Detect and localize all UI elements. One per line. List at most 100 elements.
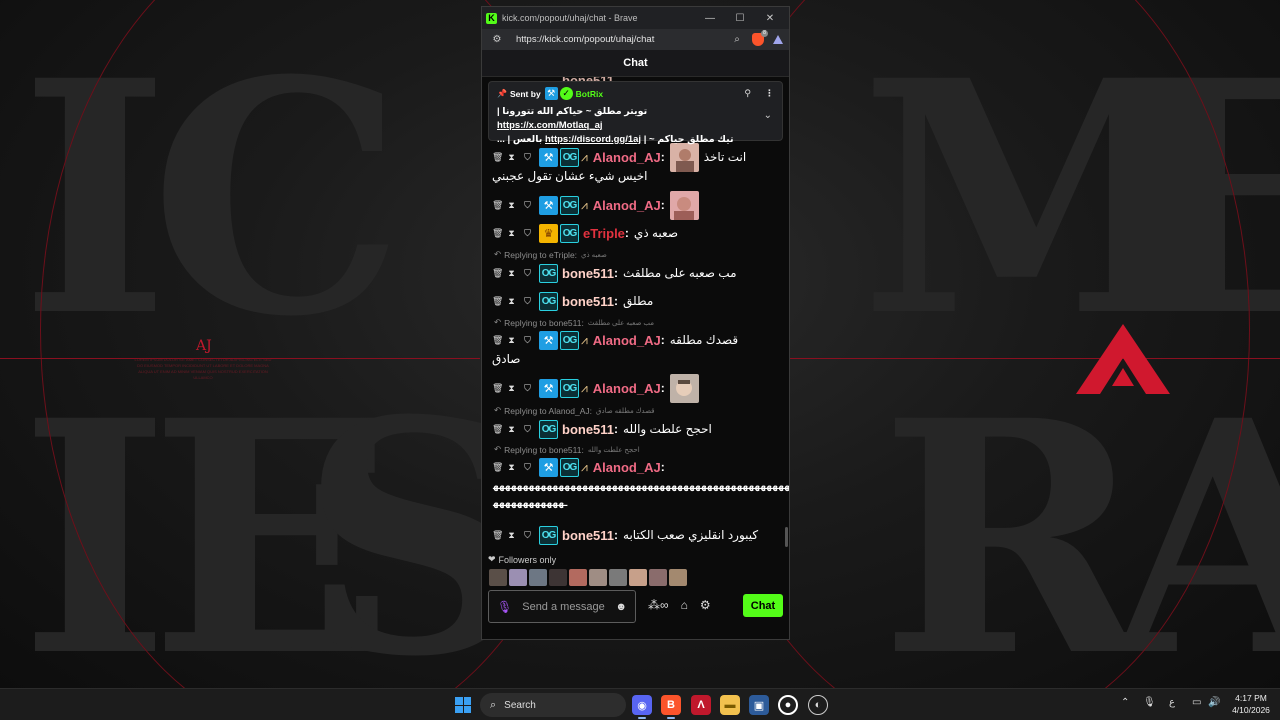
- chat-commands-icon[interactable]: ⁂∞: [648, 598, 669, 612]
- ban-icon[interactable]: ⛉: [524, 296, 531, 307]
- timeout-icon[interactable]: ⧗: [508, 296, 515, 307]
- avatar[interactable]: [589, 569, 607, 586]
- username[interactable]: bone511: [562, 294, 614, 309]
- obs-icon[interactable]: ●: [778, 695, 798, 715]
- username[interactable]: Alanod_AJ: [593, 333, 661, 348]
- username[interactable]: eTriple: [583, 226, 625, 241]
- username[interactable]: bone511: [562, 528, 614, 543]
- delete-icon[interactable]: 🗑: [492, 200, 503, 211]
- username[interactable]: Alanod_AJ: [593, 150, 661, 165]
- close-button[interactable]: ✕: [755, 13, 785, 24]
- timeout-icon[interactable]: ⧗: [508, 383, 515, 394]
- colon: :: [614, 422, 619, 436]
- unpin-icon[interactable]: ⚲: [744, 88, 751, 99]
- network-icon[interactable]: ▭: [1192, 697, 1201, 708]
- apex-legends-icon[interactable]: Λ: [691, 695, 711, 715]
- steam-icon[interactable]: ◐: [808, 695, 828, 715]
- reply-context[interactable]: ↶ Replying to bone511: مب صعبه على مطلقث: [494, 317, 654, 328]
- url-field[interactable]: https://kick.com/popout/uhaj/chat: [516, 34, 728, 45]
- discord-link[interactable]: https://discord.gg/1aj: [545, 134, 641, 145]
- microphone-icon[interactable]: 🎙: [497, 600, 512, 614]
- message-composer[interactable]: 🎙 Send a message ☻: [488, 590, 636, 623]
- message-text: انت تاخذ: [703, 150, 747, 164]
- ban-icon[interactable]: ⛉: [524, 462, 531, 473]
- store-icon[interactable]: ⌂: [681, 598, 688, 612]
- username[interactable]: Alanod_AJ: [593, 198, 661, 213]
- ban-icon[interactable]: ⛉: [524, 268, 531, 279]
- pinned-author[interactable]: BotRix: [576, 89, 603, 99]
- avatar[interactable]: [549, 569, 567, 586]
- username[interactable]: Alanod_AJ: [593, 460, 661, 475]
- windows-start-icon[interactable]: [455, 697, 471, 713]
- reply-context[interactable]: ↶ Replying to eTriple: صعبه ذي: [494, 249, 607, 260]
- file-explorer-icon[interactable]: ▬: [720, 695, 740, 715]
- delete-icon[interactable]: 🗑: [492, 228, 503, 239]
- username[interactable]: bone511: [562, 422, 614, 437]
- remote-desktop-icon[interactable]: ▣: [749, 695, 769, 715]
- timeout-icon[interactable]: ⧗: [508, 152, 515, 163]
- chat-scrollbar[interactable]: [785, 527, 788, 547]
- expand-chevron-icon[interactable]: ⌄: [764, 110, 772, 121]
- message-input[interactable]: Send a message: [522, 601, 615, 613]
- delete-icon[interactable]: 🗑: [492, 296, 503, 307]
- discord-icon[interactable]: ◉: [632, 695, 652, 715]
- timeout-icon[interactable]: ⧗: [508, 424, 515, 435]
- ban-icon[interactable]: ⛉: [524, 200, 531, 211]
- minimize-button[interactable]: —: [695, 13, 725, 24]
- avatar[interactable]: [669, 569, 687, 586]
- kick-favicon-icon: K: [486, 12, 497, 24]
- volume-icon[interactable]: 🔊: [1208, 697, 1220, 708]
- avatar[interactable]: [609, 569, 627, 586]
- pinned-message[interactable]: 📌 Sent by ⚒ ✓ BotRix ⚲ ⋮ تويتر مطلق ~ حي…: [488, 81, 783, 145]
- site-settings-icon[interactable]: ⚙: [488, 34, 506, 45]
- avatar[interactable]: [629, 569, 647, 586]
- emoji-icon[interactable]: ☻: [615, 601, 627, 613]
- timeout-icon[interactable]: ⧗: [508, 268, 515, 279]
- avatar[interactable]: [509, 569, 527, 586]
- ban-icon[interactable]: ⛉: [524, 335, 531, 346]
- chat-messages[interactable]: bone511 📌 Sent by ⚒ ✓ BotRix ⚲ ⋮ تويتر م…: [482, 77, 789, 631]
- ban-icon[interactable]: ⛉: [524, 152, 531, 163]
- brave-shields-icon[interactable]: 8: [752, 30, 768, 46]
- brave-browser-icon[interactable]: B: [661, 695, 681, 715]
- delete-icon[interactable]: 🗑: [492, 530, 503, 541]
- username[interactable]: bone511: [562, 266, 614, 281]
- timeout-icon[interactable]: ⧗: [508, 228, 515, 239]
- avatar[interactable]: [529, 569, 547, 586]
- delete-icon[interactable]: 🗑: [492, 383, 503, 394]
- avatar[interactable]: [649, 569, 667, 586]
- brave-rewards-icon[interactable]: [773, 35, 783, 44]
- username[interactable]: Alanod_AJ: [593, 381, 661, 396]
- send-chat-button[interactable]: Chat: [743, 594, 783, 617]
- reply-context[interactable]: ↶ Replying to bone511: احجح علطت والله: [494, 444, 640, 455]
- taskbar-search[interactable]: ⌕ Search: [480, 693, 626, 717]
- reply-label: Replying to bone511:: [504, 444, 584, 455]
- timeout-icon[interactable]: ⧗: [508, 200, 515, 211]
- tray-overflow-chevron-icon[interactable]: ⌃: [1121, 697, 1129, 708]
- system-clock[interactable]: 4:17 PM 4/10/2026: [1226, 692, 1276, 716]
- input-language[interactable]: ع: [1169, 697, 1175, 708]
- wallpaper-line: [790, 358, 1280, 359]
- message-text: ـﻬﻬﻬﻬﻬﻬﻬﻬﻬﻬﻬﻬﻬﻬﻬﻬﻬﻬﻬﻬﻬﻬﻬﻬﻬﻬﻬﻬﻬﻬﻬﻬﻬﻬﻬﻬﻬﻬﻬ…: [493, 481, 789, 491]
- twitter-link[interactable]: https://x.com/Motlaq_aj: [497, 120, 603, 131]
- maximize-button[interactable]: ☐: [725, 13, 755, 24]
- zoom-icon[interactable]: ⌕: [728, 34, 746, 45]
- avatar[interactable]: [489, 569, 507, 586]
- ban-icon[interactable]: ⛉: [524, 228, 531, 239]
- delete-icon[interactable]: 🗑: [492, 424, 503, 435]
- ban-icon[interactable]: ⛉: [524, 424, 531, 435]
- reply-context[interactable]: ↶ Replying to Alanod_AJ: قصدك مطلقه صادق: [494, 405, 655, 416]
- timeout-icon[interactable]: ⧗: [508, 335, 515, 346]
- delete-icon[interactable]: 🗑: [492, 152, 503, 163]
- timeout-icon[interactable]: ⧗: [508, 462, 515, 473]
- delete-icon[interactable]: 🗑: [492, 335, 503, 346]
- ban-icon[interactable]: ⛉: [524, 383, 531, 394]
- ban-icon[interactable]: ⛉: [524, 530, 531, 541]
- more-options-icon[interactable]: ⋮: [765, 88, 774, 99]
- timeout-icon[interactable]: ⧗: [508, 530, 515, 541]
- avatar[interactable]: [569, 569, 587, 586]
- delete-icon[interactable]: 🗑: [492, 462, 503, 473]
- microphone-tray-icon[interactable]: 🎙: [1143, 697, 1156, 708]
- delete-icon[interactable]: 🗑: [492, 268, 503, 279]
- settings-gear-icon[interactable]: ⚙: [700, 598, 711, 612]
